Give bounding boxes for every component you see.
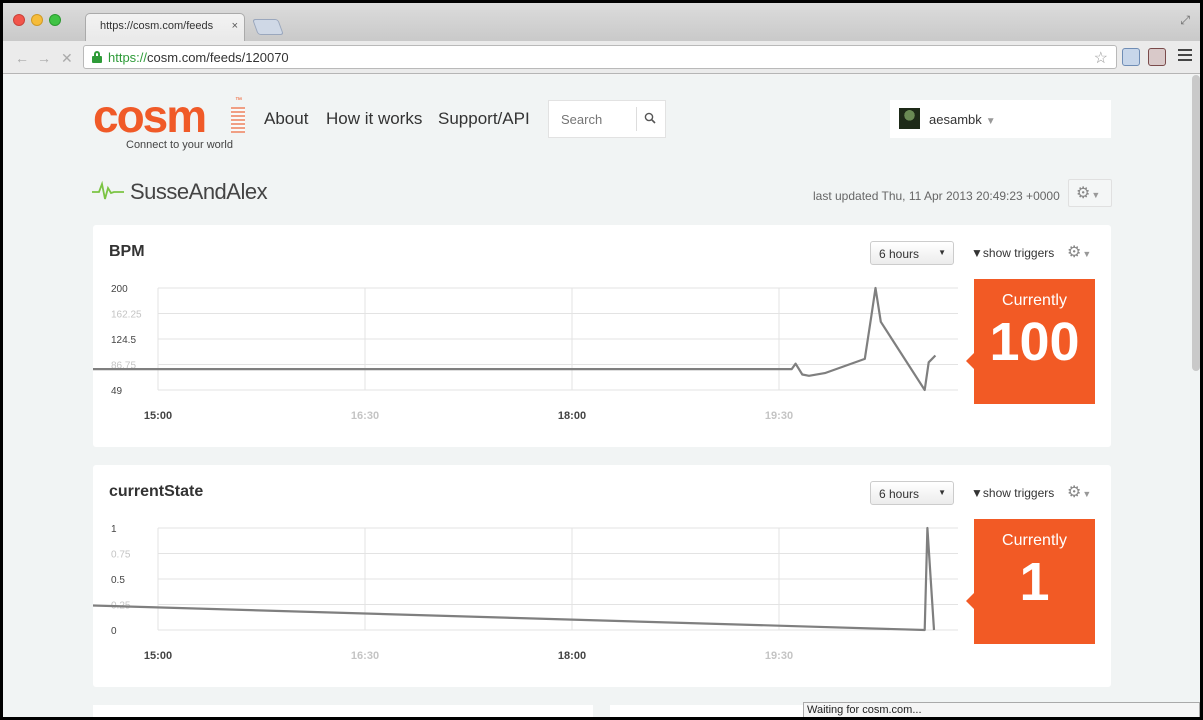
current-value: 100 [989, 312, 1080, 372]
feed-title: SusseAndAlex [130, 179, 268, 204]
x-tick-label: 15:00 [144, 650, 172, 662]
y-tick-label: 0 [111, 626, 117, 637]
next-card [93, 705, 593, 717]
extension-icon[interactable] [1122, 48, 1140, 66]
y-tick-label: 1 [111, 524, 117, 535]
browser-window: https://cosm.com/feeds × ⤢ ← → ✕ https:/… [3, 3, 1200, 717]
tagline: Connect to your world [126, 139, 233, 151]
browser-menu-icon[interactable] [1178, 49, 1192, 64]
url-scheme: https:// [108, 50, 148, 65]
current-value: 1 [1019, 552, 1050, 612]
x-tick-label: 15:00 [144, 410, 172, 422]
x-tick-label: 16:30 [351, 410, 379, 422]
minimize-window-button[interactable] [31, 14, 43, 26]
y-tick-label: 162.25 [111, 310, 142, 321]
gear-icon: ⚙ [1076, 185, 1091, 202]
zoom-window-button[interactable] [49, 14, 61, 26]
tab-title: https://cosm.com/feeds [100, 20, 214, 32]
y-tick-label: 0.75 [111, 550, 131, 561]
nav-about[interactable]: About [264, 109, 308, 129]
nav-support-api[interactable]: Support/API [438, 109, 530, 129]
chevron-down-icon: ▼ [1082, 249, 1092, 259]
page-scrollbar[interactable] [1192, 75, 1200, 371]
bpm-chart: 200162.25124.586.754915:00 16:30 18:00 19:3… [93, 284, 958, 422]
tab-strip: https://cosm.com/feeds × ⤢ [3, 3, 1200, 41]
status-bar: Waiting for cosm.com... [803, 702, 1200, 717]
fullscreen-icon[interactable]: ⤢ [1180, 13, 1190, 28]
y-tick-label: 49 [111, 386, 123, 397]
current-label: Currently [1002, 292, 1067, 309]
chevron-down-icon: ▼ [985, 116, 996, 127]
pulse-icon [92, 180, 124, 200]
browser-tab[interactable]: https://cosm.com/feeds × [85, 13, 245, 41]
y-tick-label: 0.5 [111, 575, 125, 586]
page: cosm ™ Connect to your world About How i… [3, 75, 1200, 717]
reload-icon[interactable]: ✕ [61, 50, 73, 67]
show-triggers-toggle[interactable]: ▼show triggers [971, 486, 1054, 500]
address-bar[interactable]: https://cosm.com/feeds/120070 ☆ [83, 45, 1117, 69]
feed-settings-button[interactable]: ⚙▼ [1068, 179, 1112, 207]
lock-icon [92, 51, 102, 63]
current-value-box: Currently 1 [966, 519, 1095, 644]
current-label: Currently [1002, 532, 1067, 549]
close-window-button[interactable] [13, 14, 25, 26]
x-tick-label: 18:00 [558, 410, 586, 422]
gear-icon: ⚙ [1067, 484, 1082, 501]
user-menu[interactable]: aesambk ▼ [890, 100, 1111, 138]
current-value-box: Currently 100 [966, 279, 1095, 404]
nav-how-it-works[interactable]: How it works [326, 109, 422, 129]
datastream-card: currentState 6 hours ▼ ▼show triggers ⚙▼ … [93, 465, 1111, 687]
search-icon[interactable] [644, 112, 656, 124]
chevron-down-icon: ▼ [1091, 190, 1101, 200]
new-tab-button[interactable] [252, 19, 284, 35]
x-tick-label: 19:30 [765, 650, 793, 662]
extension-mask-icon[interactable] [1148, 48, 1166, 66]
current-state-chart: 10.750.50.25015:00 16:30 18:00 19:30 [93, 524, 958, 662]
search-input[interactable] [549, 101, 635, 137]
x-tick-label: 19:30 [765, 410, 793, 422]
bookmark-star-icon[interactable]: ☆ [1094, 48, 1108, 68]
avatar [899, 108, 920, 129]
x-tick-label: 18:00 [558, 650, 586, 662]
datastream-settings-button[interactable]: ⚙▼ [1067, 242, 1091, 262]
show-triggers-toggle[interactable]: ▼show triggers [971, 246, 1054, 260]
url-path: cosm.com/feeds/120070 [147, 50, 289, 65]
last-updated: last updated Thu, 11 Apr 2013 20:49:23 +… [813, 189, 1060, 203]
browser-toolbar: ← → ✕ https://cosm.com/feeds/120070 ☆ [3, 41, 1200, 74]
y-tick-label: 200 [111, 284, 128, 295]
forward-icon[interactable]: → [37, 50, 51, 66]
logo-bars [231, 107, 245, 133]
cosm-logo[interactable]: cosm ™ [93, 90, 245, 142]
logo-trademark: ™ [235, 97, 242, 104]
search-divider [636, 107, 637, 131]
logo-text: cosm [93, 90, 207, 142]
y-tick-label: 124.5 [111, 335, 136, 346]
tab-close-icon[interactable]: × [232, 20, 238, 32]
back-icon[interactable]: ← [15, 50, 29, 66]
x-tick-label: 16:30 [351, 650, 379, 662]
datastream-settings-button[interactable]: ⚙▼ [1067, 482, 1091, 502]
search-box [548, 100, 666, 138]
chevron-down-icon: ▼ [1082, 489, 1092, 499]
gear-icon: ⚙ [1067, 244, 1082, 261]
username: aesambk ▼ [929, 112, 996, 127]
datastream-card: BPM 6 hours ▼ ▼show triggers ⚙▼ 200 162.25… [93, 225, 1111, 447]
